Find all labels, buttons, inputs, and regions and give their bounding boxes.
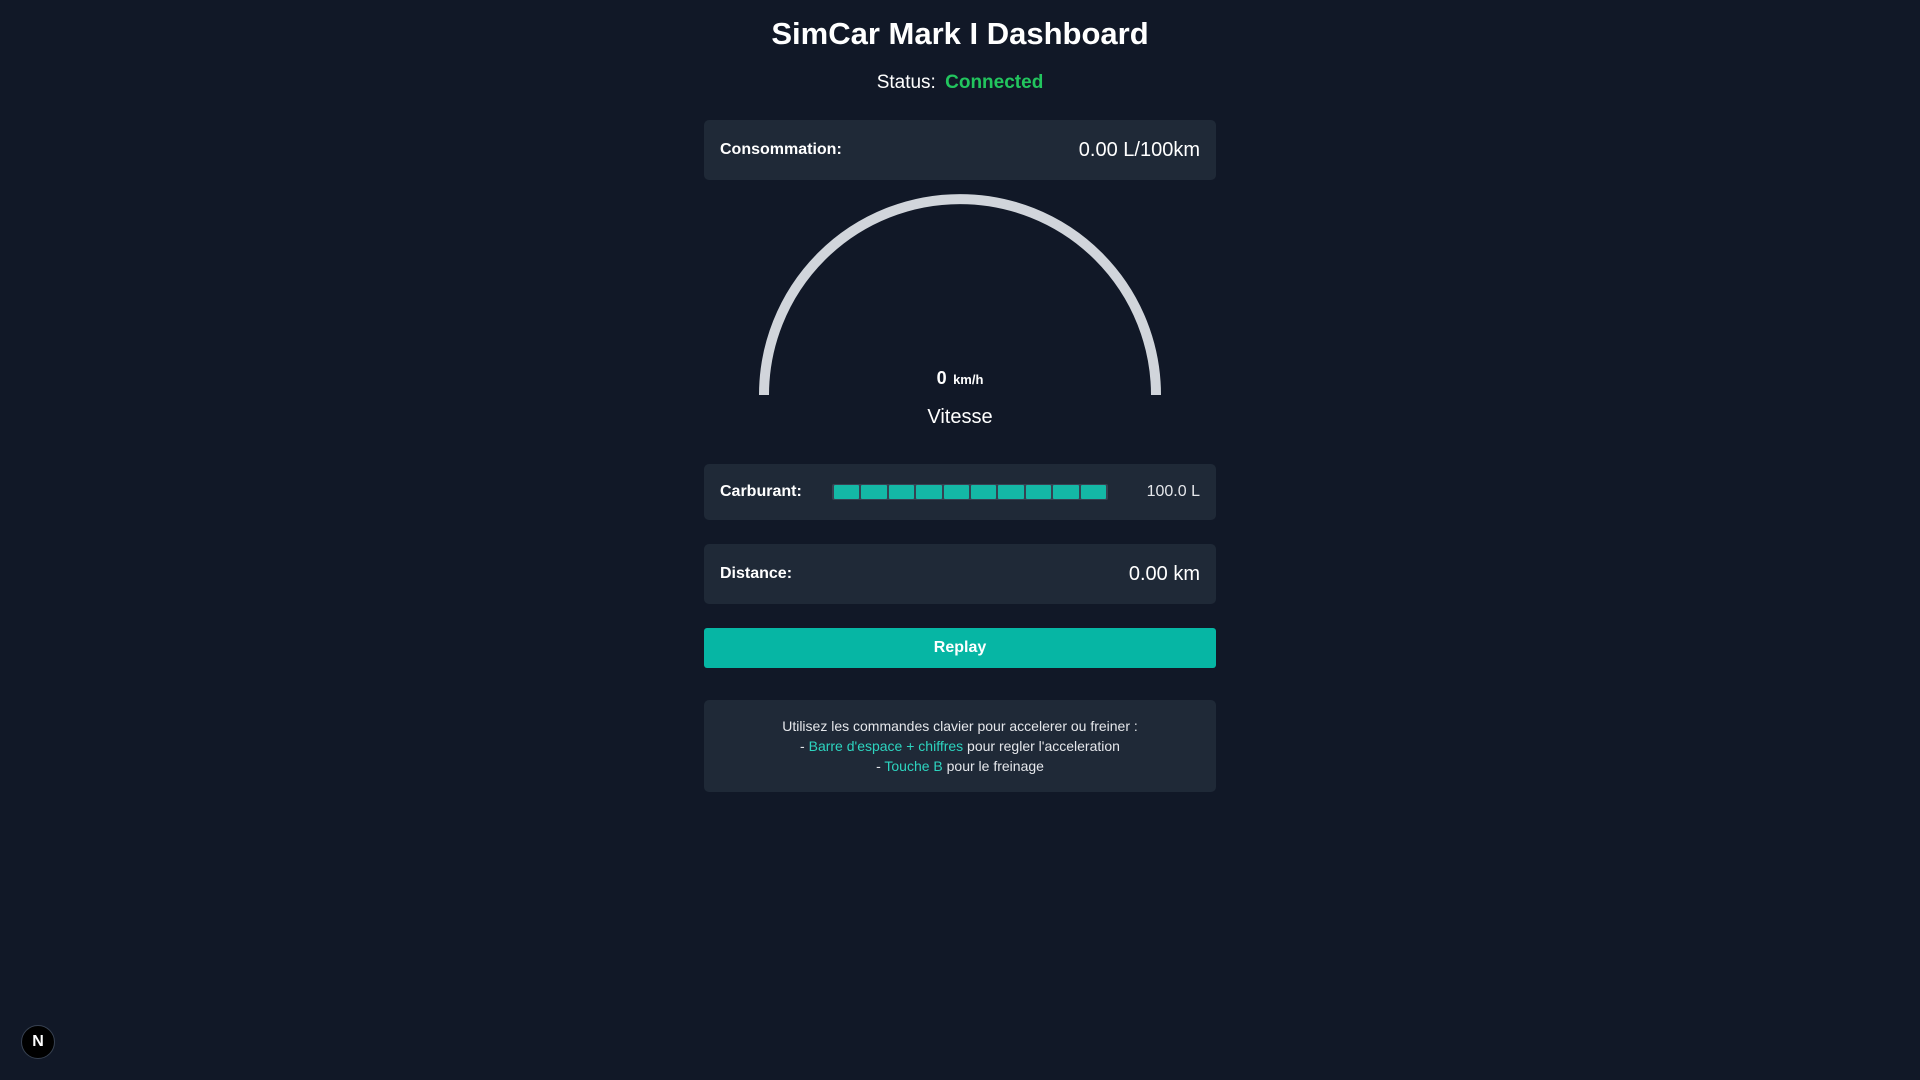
nextjs-icon[interactable]: N [21,1025,55,1059]
help-intro: Utilisez les commandes clavier pour acce… [782,718,1138,734]
fuel-value: 100.0 L [1146,483,1200,500]
dashboard-app: SimCar Mark I Dashboard Status: Connecte… [0,0,1920,1080]
status-label: Status: [876,72,936,93]
fuel-segment [943,485,970,499]
fuel-segment [1080,485,1107,499]
consumption-panel: Consommation: 0.00 L/100km [704,120,1216,180]
fuel-label: Carburant: [720,483,802,500]
status-value: Connected [945,72,1044,93]
distance-value: 0.00 km [1128,562,1200,585]
help-line2-suffix: pour le freinage [942,758,1044,774]
help-line-braking: - Touche B pour le freinage [704,756,1216,776]
help-key-b: Touche B [884,758,943,774]
help-line1-suffix: pour regler l'acceleration [963,738,1120,754]
consumption-value: 0.00 L/100km [1078,138,1200,161]
fuel-segment [1053,485,1079,499]
consumption-label: Consommation: [720,141,842,158]
speed-unit: km/h [953,372,984,387]
speed-readout: 0 km/h [704,366,1216,392]
keyboard-help-panel: Utilisez les commandes clavier pour acce… [704,700,1216,792]
distance-label: Distance: [720,565,793,582]
nextjs-badge-letter: N [32,1033,44,1050]
fuel-panel: Carburant: 100.0 L [704,464,1216,520]
fuel-segment [861,485,887,499]
speedometer-gauge: 0 km/h Vitesse [704,190,1216,440]
fuel-segment [834,485,860,499]
page-title: SimCar Mark I Dashboard [771,16,1149,51]
fuel-segment [888,485,915,499]
connection-status: Status: Connected [0,70,1920,96]
speed-value: 0 [936,368,947,388]
help-key-space-digits: Barre d'espace + chiffres [808,738,964,754]
fuel-level-bar [832,484,1108,500]
fuel-segment [998,485,1024,499]
speedometer-caption: Vitesse [927,406,993,428]
fuel-segment [1025,485,1052,499]
fuel-segment [916,485,942,499]
fuel-segment [971,485,997,499]
distance-panel: Distance: 0.00 km [704,544,1216,604]
replay-button[interactable]: Replay [704,628,1216,668]
help-line-acceleration: - Barre d'espace + chiffres pour regler … [704,736,1216,756]
help-line1-prefix: - [800,738,809,754]
